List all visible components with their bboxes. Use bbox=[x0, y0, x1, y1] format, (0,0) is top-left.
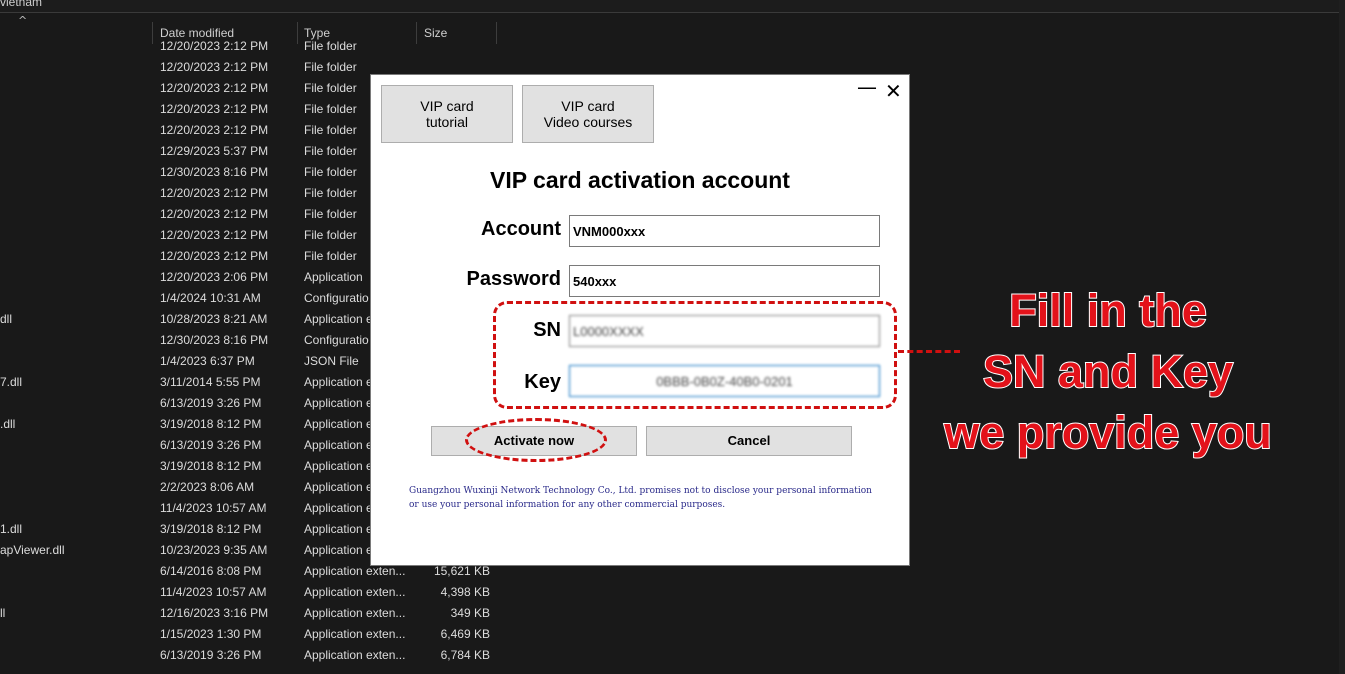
file-date-modified: 3/19/2018 8:12 PM bbox=[160, 459, 262, 473]
file-date-modified: 10/23/2023 9:35 AM bbox=[160, 543, 268, 557]
file-name: dll bbox=[0, 312, 13, 326]
callout-line: Fill in the bbox=[1008, 284, 1208, 337]
file-date-modified: 1/4/2023 6:37 PM bbox=[160, 354, 255, 368]
button-label-line: VIP card bbox=[561, 98, 615, 114]
button-label-line: VIP card bbox=[420, 98, 474, 114]
activate-highlight-oval bbox=[465, 418, 607, 462]
file-type: Application exten... bbox=[304, 564, 406, 578]
file-type: Application exten... bbox=[304, 627, 406, 641]
file-date-modified: 10/28/2023 8:21 AM bbox=[160, 312, 268, 326]
vip-card-tutorial-button[interactable]: VIP card tutorial bbox=[381, 85, 513, 143]
vip-card-video-courses-button[interactable]: VIP card Video courses bbox=[522, 85, 654, 143]
file-name: 7.dll bbox=[0, 375, 23, 389]
file-date-modified: 1/15/2023 1:30 PM bbox=[160, 627, 262, 641]
file-size: 4,398 KB bbox=[440, 585, 490, 599]
file-type: File folder bbox=[304, 39, 357, 53]
dialog-title: VIP card activation account bbox=[490, 167, 790, 193]
button-label-line: tutorial bbox=[425, 114, 469, 130]
file-name: ll bbox=[0, 606, 6, 620]
file-name: .dll bbox=[0, 417, 16, 431]
file-date-modified: 12/20/2023 2:12 PM bbox=[160, 39, 269, 53]
minimize-icon[interactable]: — bbox=[857, 75, 877, 99]
file-date-modified: 6/14/2016 8:08 PM bbox=[160, 564, 262, 578]
file-date-modified: 12/20/2023 2:12 PM bbox=[160, 123, 269, 137]
file-date-modified: 6/13/2019 3:26 PM bbox=[160, 396, 262, 410]
file-date-modified: 12/20/2023 2:12 PM bbox=[160, 207, 269, 221]
address-path[interactable]: vietnam bbox=[0, 0, 42, 9]
file-date-modified: 12/20/2023 2:12 PM bbox=[160, 60, 269, 74]
password-label: Password bbox=[466, 268, 561, 290]
file-name: apViewer.dll bbox=[0, 543, 65, 557]
file-type: Application exten... bbox=[304, 606, 406, 620]
table-row[interactable]: 11/4/2023 10:57 AM Application exten... 4,… bbox=[0, 582, 520, 603]
file-date-modified: 12/20/2023 2:12 PM bbox=[160, 186, 269, 200]
table-row[interactable]: ll 12/16/2023 3:16 PM Application exten...… bbox=[0, 603, 520, 624]
file-date-modified: 6/13/2019 3:26 PM bbox=[160, 648, 262, 662]
file-date-modified: 1/4/2024 10:31 AM bbox=[160, 291, 261, 305]
instruction-callout: Fill in the SN and Key we provide you bbox=[918, 280, 1298, 463]
table-row[interactable]: 12/20/2023 2:12 PM File folder bbox=[0, 36, 520, 57]
file-size: 6,469 KB bbox=[440, 627, 490, 641]
file-size: 6,784 KB bbox=[440, 648, 490, 662]
file-date-modified: 12/30/2023 8:16 PM bbox=[160, 333, 269, 347]
file-date-modified: 12/29/2023 5:37 PM bbox=[160, 144, 269, 158]
file-date-modified: 12/20/2023 2:12 PM bbox=[160, 102, 269, 116]
file-type: Application exten... bbox=[304, 648, 406, 662]
file-date-modified: 3/11/2014 5:55 PM bbox=[160, 375, 261, 389]
file-date-modified: 3/19/2018 8:12 PM bbox=[160, 417, 262, 431]
close-icon[interactable]: ✕ bbox=[885, 79, 902, 103]
sn-key-highlight-box bbox=[493, 301, 897, 409]
file-date-modified: 12/16/2023 3:16 PM bbox=[160, 606, 269, 620]
file-date-modified: 12/20/2023 2:12 PM bbox=[160, 81, 269, 95]
table-row[interactable]: 1/15/2023 1:30 PM Application exten... 6,4… bbox=[0, 624, 520, 645]
file-date-modified: 3/19/2018 8:12 PM bbox=[160, 522, 262, 536]
callout-line: we provide you bbox=[943, 406, 1273, 459]
file-name: 1.dll bbox=[0, 522, 23, 536]
explorer-address-bar: vietnam bbox=[0, 0, 1345, 13]
file-type: Application exten... bbox=[304, 585, 406, 599]
file-date-modified: 12/30/2023 8:16 PM bbox=[160, 165, 269, 179]
account-label: Account bbox=[481, 218, 561, 240]
privacy-disclaimer: Guangzhou Wuxinji Network Technology Co.… bbox=[409, 486, 872, 510]
button-label-line: Video courses bbox=[543, 114, 633, 130]
cancel-button[interactable]: Cancel bbox=[646, 426, 852, 456]
callout-line: SN and Key bbox=[982, 345, 1234, 398]
account-input[interactable] bbox=[569, 215, 880, 247]
file-size: 15,621 KB bbox=[433, 564, 490, 578]
file-date-modified: 11/4/2023 10:57 AM bbox=[160, 501, 267, 515]
file-date-modified: 12/20/2023 2:12 PM bbox=[160, 249, 269, 263]
file-date-modified: 12/20/2023 2:06 PM bbox=[160, 270, 269, 284]
file-size: 349 KB bbox=[450, 606, 490, 620]
table-row[interactable]: 6/13/2019 3:26 PM Application exten... 6,7… bbox=[0, 645, 520, 666]
password-input[interactable] bbox=[569, 265, 880, 297]
file-date-modified: 11/4/2023 10:57 AM bbox=[160, 585, 267, 599]
vertical-scrollbar[interactable] bbox=[1339, 0, 1345, 674]
file-date-modified: 6/13/2019 3:26 PM bbox=[160, 438, 262, 452]
file-date-modified: 2/2/2023 8:06 AM bbox=[160, 480, 255, 494]
file-date-modified: 12/20/2023 2:12 PM bbox=[160, 228, 269, 242]
file-type: File folder bbox=[304, 60, 357, 74]
